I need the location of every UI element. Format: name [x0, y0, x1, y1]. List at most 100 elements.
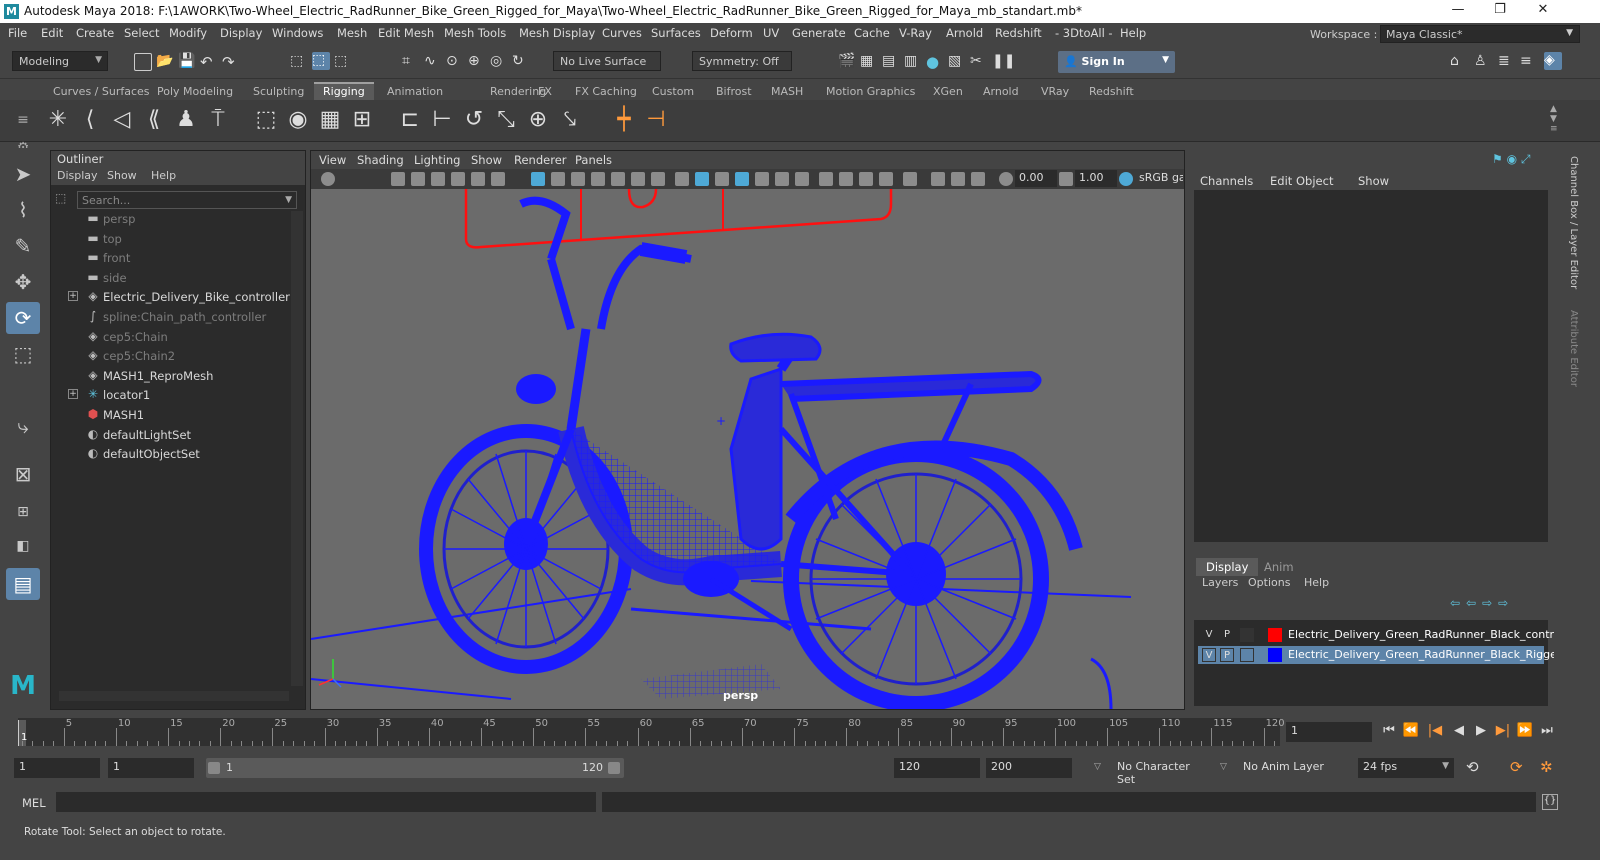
expand-icon[interactable]: + — [68, 291, 78, 302]
open-scene-icon[interactable]: 📂 — [156, 53, 174, 71]
move-tool-icon[interactable]: ✥ — [6, 266, 40, 298]
wireframe-shading-icon[interactable] — [675, 172, 689, 186]
command-input[interactable] — [56, 792, 596, 812]
side-tab-attribute-editor[interactable]: Attribute Editor — [1568, 310, 1579, 387]
shadows-icon[interactable] — [795, 172, 809, 186]
ik-handle-icon[interactable]: ◁ — [108, 106, 136, 134]
insert-joint-icon[interactable]: ⟨ — [76, 106, 104, 134]
menu-curves[interactable]: Curves — [602, 26, 642, 40]
scene-end-field[interactable]: 200 — [986, 758, 1072, 778]
undo-icon[interactable]: ↶ — [200, 53, 218, 71]
viewport-menu-lighting[interactable]: Lighting — [414, 153, 460, 167]
xray-active-components-icon[interactable] — [951, 172, 965, 186]
modeling-toolkit-icon[interactable]: ⌂ — [1450, 53, 1468, 71]
go-to-start-icon[interactable]: ⏮ — [1380, 723, 1398, 741]
tool-settings-toggle-icon[interactable]: ≡ — [1520, 53, 1538, 71]
sign-in-button[interactable]: 👤 Sign In ▼ — [1058, 51, 1175, 73]
layer-playback-toggle[interactable]: P — [1220, 648, 1234, 662]
playback-end-field[interactable]: 120 — [894, 758, 980, 778]
gate-mask-icon[interactable] — [591, 172, 605, 186]
layer-type-toggle[interactable] — [1240, 628, 1254, 642]
layer-color-swatch[interactable] — [1268, 648, 1282, 662]
menu-deform[interactable]: Deform — [710, 26, 753, 40]
menu-generate[interactable]: Generate — [792, 26, 846, 40]
color-management-icon[interactable] — [1119, 172, 1133, 186]
scene-start-field[interactable]: 1 — [14, 758, 100, 778]
symmetry-dropdown[interactable]: Symmetry: Off — [692, 51, 792, 71]
outliner-item[interactable]: + ◈ Electric_Delivery_Bike_controller — [51, 287, 291, 306]
close-button[interactable]: ✕ — [1528, 2, 1558, 20]
time-slider-track[interactable]: 1 5 10 15 20 25 30 35 40 45 50 55 60 65 70 75 80 85 90 95 1… — [18, 718, 1285, 746]
outliner-vertical-scrollbar[interactable] — [291, 211, 303, 686]
step-back-icon[interactable]: ⏪ — [1402, 723, 1420, 741]
step-back-key-icon[interactable]: |◀ — [1426, 723, 1444, 741]
channel-box-toggle-icon[interactable]: ◈ — [1544, 52, 1562, 70]
ipr-render-icon[interactable]: ▤ — [882, 53, 900, 71]
persp-outliner-layout-icon[interactable]: ◧ — [6, 530, 40, 562]
outliner-menu-display[interactable]: Display — [57, 169, 98, 182]
attribute-editor-toggle-icon[interactable]: ≣ — [1498, 53, 1516, 71]
playback-start-field[interactable]: 1 — [108, 758, 194, 778]
grid-toggle-icon[interactable] — [531, 172, 545, 186]
snap-point-icon[interactable]: ⊙ — [446, 53, 464, 71]
lattice-icon[interactable]: ▦ — [316, 106, 344, 134]
chevron-down-icon[interactable]: ▽ — [1220, 762, 1227, 772]
shelf-tab-sculpting[interactable]: Sculpting — [244, 84, 313, 100]
chevron-down-icon[interactable]: ▽ — [1094, 762, 1101, 772]
aim-constraint-icon[interactable]: ⊕ — [524, 106, 552, 134]
shelf-tab-fx[interactable]: FX — [529, 84, 561, 100]
play-backwards-icon[interactable]: ◀ — [1450, 723, 1468, 741]
menu-modify[interactable]: Modify — [169, 26, 207, 40]
select-tool-icon[interactable]: ➤ — [6, 158, 40, 190]
select-camera-icon[interactable] — [321, 172, 335, 186]
exposure-icon[interactable] — [999, 172, 1013, 186]
fps-dropdown[interactable]: 24 fps ▼ — [1358, 758, 1454, 778]
layer-row[interactable]: V P Electric_Delivery_Green_RadRunner_Bl… — [1198, 626, 1584, 644]
search-options-icon[interactable]: ⬚ — [55, 191, 66, 205]
select-object-icon[interactable]: ⬚ — [312, 52, 330, 70]
depth-of-field-icon[interactable] — [879, 172, 893, 186]
menu-3dtoall[interactable]: - 3DtoAll - — [1055, 26, 1113, 40]
last-tool-icon[interactable]: ⤷ — [6, 410, 40, 442]
quick-rig-icon[interactable]: ♟ — [172, 106, 200, 134]
outliner-item[interactable]: ▬ top — [51, 229, 291, 248]
image-plane-icon[interactable] — [431, 172, 445, 186]
play-forwards-icon[interactable]: ▶ — [1472, 723, 1490, 741]
menu-surfaces[interactable]: Surfaces — [651, 26, 701, 40]
menu-redshift[interactable]: Redshift — [995, 26, 1042, 40]
range-start-handle[interactable] — [208, 762, 220, 774]
layer-tab-anim[interactable]: Anim — [1254, 558, 1304, 576]
shelf-tab-poly-modeling[interactable]: Poly Modeling — [148, 84, 242, 100]
save-scene-icon[interactable]: 💾 — [178, 53, 196, 71]
outliner-item[interactable]: ◐ defaultObjectSet — [51, 444, 291, 463]
render-view-icon[interactable]: ▧ — [948, 53, 966, 71]
outliner-item[interactable]: ◈ cep5:Chain2 — [51, 346, 291, 365]
exposure-field[interactable]: 0.00 — [1015, 170, 1057, 187]
channel-box-icons[interactable]: ⚑ ◉ ⤢ — [1492, 152, 1530, 167]
shelf-tab-animation[interactable]: Animation — [378, 84, 452, 100]
step-forward-key-icon[interactable]: ▶| — [1494, 723, 1512, 741]
menu-select[interactable]: Select — [124, 26, 159, 40]
scale-constraint-icon[interactable]: ⤡ — [492, 106, 520, 134]
select-component-icon[interactable]: ⬚ — [334, 53, 352, 71]
channel-box-menu-show[interactable]: Show — [1358, 174, 1389, 188]
menu-arnold[interactable]: Arnold — [946, 26, 983, 40]
smooth-shade-icon[interactable] — [695, 172, 709, 186]
shelf-tab-curves-surfaces[interactable]: Curves / Surfaces — [44, 84, 159, 100]
shelf-tab-vray[interactable]: VRay — [1032, 84, 1078, 100]
outliner-item[interactable]: ▬ persp — [51, 209, 291, 228]
menu-windows[interactable]: Windows — [272, 26, 323, 40]
camera-attributes-icon[interactable] — [391, 172, 405, 186]
screen-space-ao-icon[interactable] — [819, 172, 833, 186]
character-set-dropdown[interactable]: No Character Set — [1112, 758, 1210, 786]
menu-create[interactable]: Create — [76, 26, 114, 40]
outliner-menu-show[interactable]: Show — [107, 169, 137, 182]
two-d-pan-icon[interactable] — [451, 172, 465, 186]
menu-uv[interactable]: UV — [763, 26, 779, 40]
rotate-tool-icon[interactable]: ⟳ — [6, 302, 40, 334]
wireframe-on-shaded-icon[interactable] — [735, 172, 749, 186]
custom-script-1-icon[interactable]: ┿ — [610, 106, 638, 134]
ik-spline-handle-icon[interactable]: ⟪ — [140, 106, 168, 134]
isolate-select-icon[interactable] — [903, 172, 917, 186]
use-all-lights-icon[interactable] — [775, 172, 789, 186]
